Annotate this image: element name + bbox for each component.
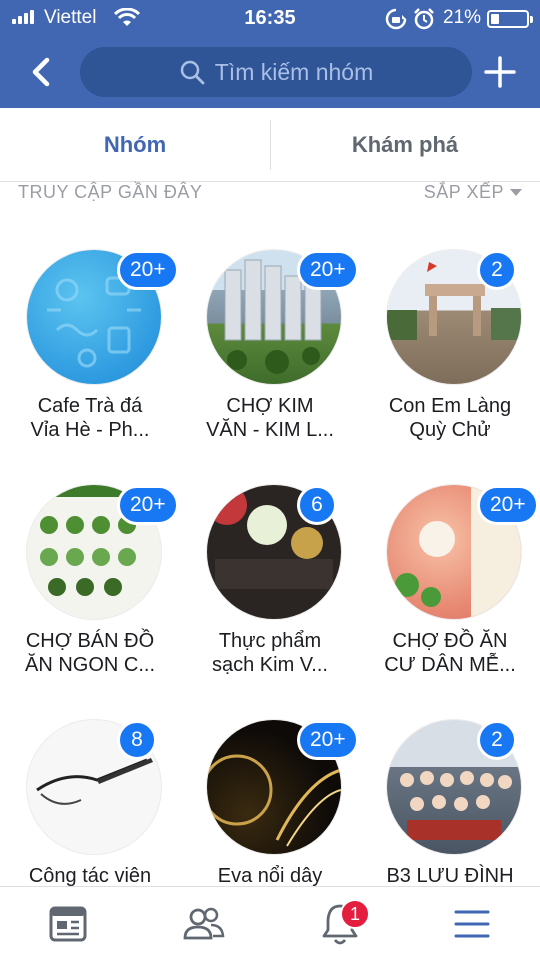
group-badge: 20+ xyxy=(477,485,539,525)
group-name: B3 LƯU ĐÌNH xyxy=(386,865,514,886)
tab-divider xyxy=(270,120,271,170)
group-name: Thực phẩm sạch Kim V... xyxy=(212,630,328,676)
group-card[interactable]: 6 Thực phẩm sạch Kim V... xyxy=(180,441,360,676)
tab-groups[interactable]: Nhóm xyxy=(0,108,270,181)
group-card[interactable]: 20+ CHỢ KIM VĂN - KIM L... xyxy=(180,206,360,441)
group-card[interactable]: 8 Công tác viên xyxy=(0,676,180,886)
group-card[interactable]: 2 Con Em Làng Quỳ Chử xyxy=(360,206,540,441)
search-input[interactable]: Tìm kiếm nhóm xyxy=(80,47,472,97)
group-badge: 20+ xyxy=(297,720,359,760)
group-name: CHỢ ĐỒ ĂN CƯ DÂN MỄ... xyxy=(384,630,516,676)
header-bar: Viettel 16:35 21% Tìm kiếm nhóm xyxy=(0,0,540,108)
bottom-nav: 1 xyxy=(0,886,540,960)
sort-button[interactable]: SẮP XẾP xyxy=(424,182,522,203)
battery-percent: 21% xyxy=(443,7,482,28)
group-name: CHỢ KIM VĂN - KIM L... xyxy=(206,395,334,441)
group-name: Cafe Trà đá Vỉa Hè - Ph... xyxy=(30,395,150,441)
tab-discover[interactable]: Khám phá xyxy=(270,108,540,181)
news-feed-icon xyxy=(49,906,87,942)
caret-down-icon xyxy=(510,189,522,196)
section-title: TRUY CẬP GẦN ĐÂY xyxy=(18,182,203,202)
search-placeholder: Tìm kiếm nhóm xyxy=(214,58,374,85)
menu-tab[interactable] xyxy=(432,887,512,960)
battery-icon xyxy=(487,10,533,28)
search-icon xyxy=(180,60,205,85)
group-badge: 8 xyxy=(117,720,157,760)
group-card[interactable]: 20+ Cafe Trà đá Vỉa Hè - Ph... xyxy=(0,206,180,441)
friends-tab[interactable] xyxy=(163,887,243,960)
rotation-lock-icon xyxy=(385,8,407,30)
group-name: Eva nổi dây xyxy=(217,865,323,886)
notifications-tab[interactable]: 1 xyxy=(300,887,380,960)
groups-screen: Viettel 16:35 21% Tìm kiếm nhóm Nhóm Khá… xyxy=(0,0,540,960)
plus-icon[interactable] xyxy=(482,52,518,92)
group-name: CHỢ BÁN ĐỒ ĂN NGON C... xyxy=(24,630,155,676)
group-name: Công tác viên xyxy=(28,865,152,886)
group-card[interactable]: 2 B3 LƯU ĐÌNH xyxy=(360,676,540,886)
alarm-icon xyxy=(414,8,434,30)
status-bar: Viettel 16:35 21% xyxy=(0,0,540,38)
group-badge: 2 xyxy=(477,250,517,290)
group-card[interactable]: 20+ Eva nổi dây xyxy=(180,676,360,886)
group-badge: 20+ xyxy=(117,250,179,290)
notification-count-badge: 1 xyxy=(340,899,370,929)
recent-section-header: TRUY CẬP GẦN ĐÂY SẮP XẾP xyxy=(0,182,540,206)
group-badge: 2 xyxy=(477,720,517,760)
sort-label: SẮP XẾP xyxy=(423,182,504,202)
group-card[interactable]: 20+ CHỢ ĐỒ ĂN CƯ DÂN MỄ... xyxy=(360,441,540,676)
group-name: Con Em Làng Quỳ Chử xyxy=(388,395,512,441)
back-button[interactable] xyxy=(22,52,62,92)
group-badge: 6 xyxy=(297,485,337,525)
friends-icon xyxy=(183,907,225,940)
groups-grid: 20+ Cafe Trà đá Vỉa Hè - Ph... 20+ CHỢ KI… xyxy=(0,206,540,886)
group-badge: 20+ xyxy=(117,485,179,525)
news-feed-tab[interactable] xyxy=(28,887,108,960)
menu-icon xyxy=(454,910,490,938)
tab-bar: Nhóm Khám phá xyxy=(0,108,540,182)
group-badge: 20+ xyxy=(297,250,359,290)
group-card[interactable]: 20+ CHỢ BÁN ĐỒ ĂN NGON C... xyxy=(0,441,180,676)
